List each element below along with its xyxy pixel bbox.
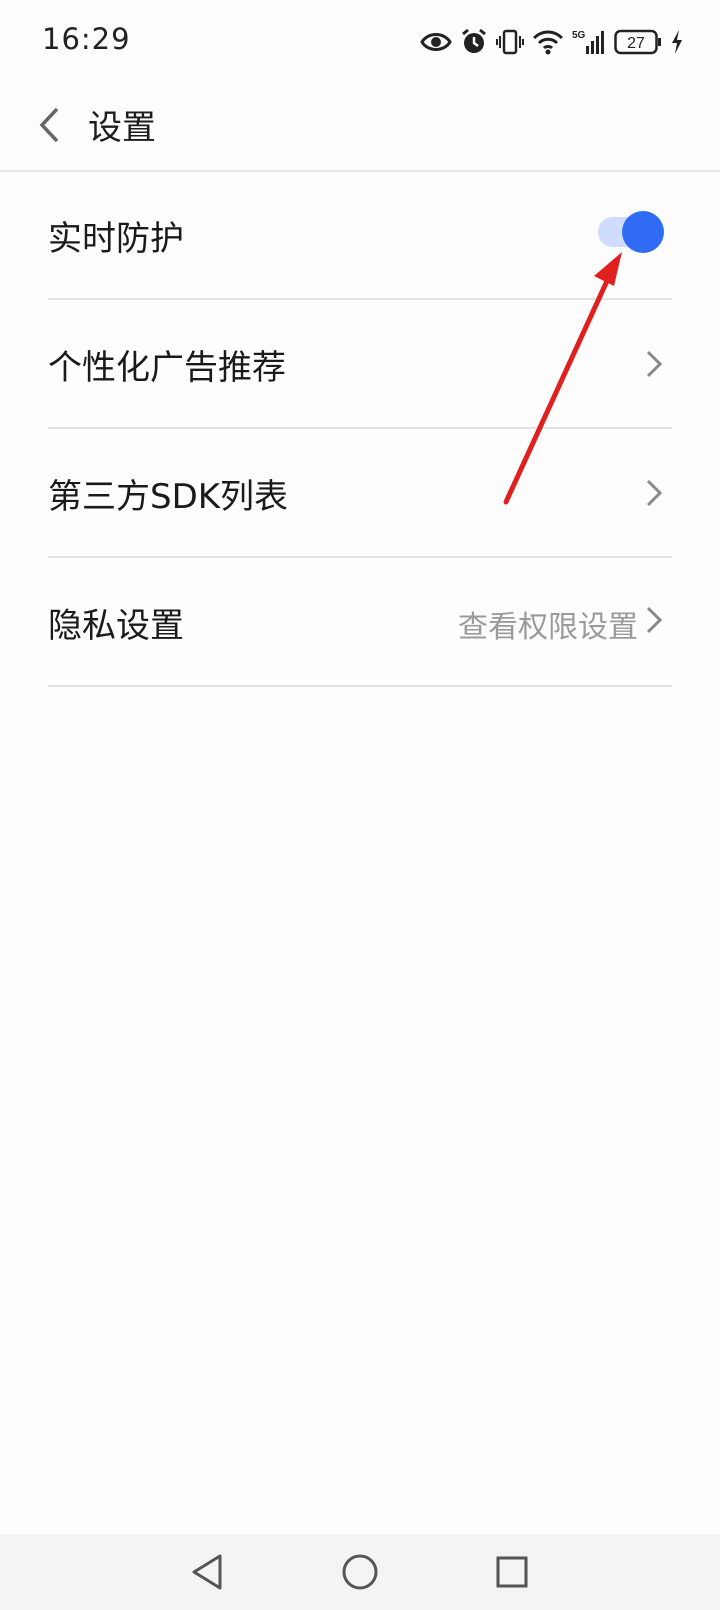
eye-icon (420, 31, 452, 53)
settings-list: 实时防护 个性化广告推荐 第三方SDK列表 隐私设置 查看权限设置 (48, 171, 672, 687)
signal-5g-icon: 5G (572, 28, 606, 56)
alarm-icon (460, 28, 488, 56)
wifi-icon (532, 29, 564, 55)
chevron-left-icon (38, 107, 60, 147)
toggle-knob (622, 211, 664, 253)
setting-label: 个性化广告推荐 (48, 348, 286, 388)
battery-icon: 27 (614, 29, 662, 55)
setting-label: 隐私设置 (48, 606, 184, 646)
chevron-right-icon (644, 477, 664, 509)
setting-label: 第三方SDK列表 (48, 477, 289, 517)
setting-third-party-sdk[interactable]: 第三方SDK列表 (48, 429, 672, 558)
recents-square-icon[interactable] (490, 1550, 534, 1594)
setting-personalized-ads[interactable]: 个性化广告推荐 (48, 300, 672, 429)
home-circle-icon[interactable] (338, 1550, 382, 1594)
app-bar: 设置 (0, 84, 720, 172)
setting-privacy[interactable]: 隐私设置 查看权限设置 (48, 558, 672, 687)
page-title: 设置 (88, 108, 156, 148)
vibrate-icon (496, 28, 524, 56)
charging-icon (670, 29, 684, 55)
privacy-permissions-link[interactable]: 查看权限设置 (458, 602, 638, 646)
navigation-bar (0, 1534, 720, 1610)
status-icons: 5G 27 (420, 24, 684, 60)
svg-text:27: 27 (627, 35, 645, 52)
setting-label: 实时防护 (48, 219, 184, 259)
status-bar: 16:29 5G 27 (0, 0, 720, 84)
realtime-protection-toggle[interactable] (598, 211, 664, 253)
back-triangle-icon[interactable] (186, 1550, 230, 1594)
chevron-right-icon (644, 348, 664, 380)
svg-text:5G: 5G (572, 30, 586, 41)
status-time: 16:29 (42, 22, 131, 56)
back-button[interactable] (24, 102, 74, 152)
setting-realtime-protection: 实时防护 (48, 171, 672, 300)
chevron-right-icon (644, 604, 664, 636)
